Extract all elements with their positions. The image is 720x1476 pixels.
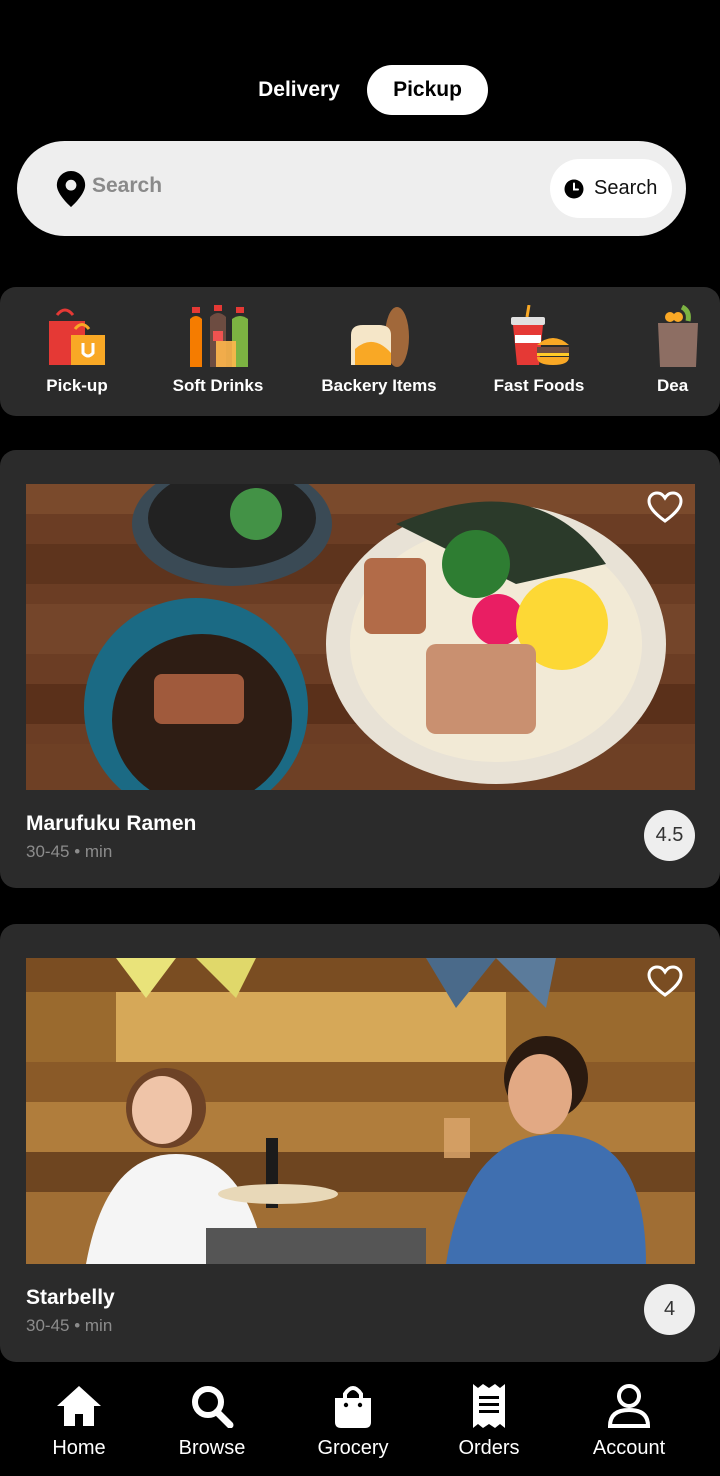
soda-bottles-icon	[190, 305, 248, 367]
restaurant-name: Marufuku Ramen	[26, 812, 197, 835]
shopping-bags-icon	[49, 308, 105, 365]
restaurant-photo	[26, 484, 695, 790]
grocery-bag-icon	[658, 305, 698, 367]
shopping-bag-icon	[335, 1386, 371, 1428]
category-fast-foods[interactable]: Fast Foods	[482, 287, 596, 416]
bread-icon	[351, 307, 409, 367]
nav-browse[interactable]: Browse	[142, 1366, 282, 1476]
rating-badge: 4	[644, 1284, 695, 1335]
receipt-icon	[473, 1384, 505, 1428]
category-label: Soft Drinks	[172, 376, 264, 395]
nav-label: Orders	[458, 1437, 520, 1459]
heart-outline-icon[interactable]	[646, 490, 684, 524]
nav-label: Browse	[178, 1437, 246, 1459]
restaurant-eta: 30-45 • min	[26, 842, 113, 861]
nav-label: Grocery	[317, 1437, 389, 1459]
mode-toggle: Delivery Pickup	[0, 65, 720, 115]
category-backery-items[interactable]: Backery Items	[314, 287, 444, 416]
clock-icon	[564, 179, 584, 199]
location-pin-icon[interactable]	[55, 171, 87, 207]
pickup-tab[interactable]: Pickup	[367, 65, 488, 115]
category-pick-up[interactable]: Pick-up	[15, 287, 139, 416]
category-label: Fast Foods	[493, 376, 585, 395]
restaurant-name: Starbelly	[26, 1286, 115, 1309]
delivery-tab[interactable]: Delivery	[236, 65, 362, 115]
heart-outline-icon[interactable]	[646, 964, 684, 998]
category-strip[interactable]: Pick-up Soft Drinks Backery Items Fast F…	[0, 287, 720, 416]
restaurant-photo	[26, 958, 695, 1264]
search-button-label: Search	[594, 177, 658, 199]
nav-home[interactable]: Home	[9, 1366, 149, 1476]
category-label: Pick-up	[46, 376, 108, 395]
nav-label: Account	[592, 1437, 666, 1459]
search-icon	[192, 1386, 234, 1428]
restaurant-card[interactable]: Marufuku Ramen 30-45 • min 4.5	[0, 450, 720, 888]
restaurant-card[interactable]: Starbelly 30-45 • min 4	[0, 924, 720, 1362]
nav-account[interactable]: Account	[559, 1366, 699, 1476]
nav-orders[interactable]: Orders	[419, 1366, 559, 1476]
bottom-nav: Home Browse Grocery Orders Account	[0, 1366, 720, 1476]
category-label: Backery Items	[321, 376, 437, 395]
search-button[interactable]: Search	[550, 159, 672, 218]
search-bar: Search Search	[17, 141, 686, 236]
nav-label: Home	[52, 1437, 106, 1459]
nav-grocery[interactable]: Grocery	[283, 1366, 423, 1476]
burger-drink-icon	[511, 305, 569, 365]
user-icon	[607, 1384, 651, 1428]
search-input[interactable]: Search	[92, 174, 162, 198]
category-deals[interactable]: Dea	[632, 287, 720, 416]
category-soft-drinks[interactable]: Soft Drinks	[160, 287, 276, 416]
home-icon	[57, 1386, 101, 1426]
restaurant-eta: 30-45 • min	[26, 1316, 113, 1335]
category-label: Dea	[657, 376, 689, 395]
rating-badge: 4.5	[644, 810, 695, 861]
